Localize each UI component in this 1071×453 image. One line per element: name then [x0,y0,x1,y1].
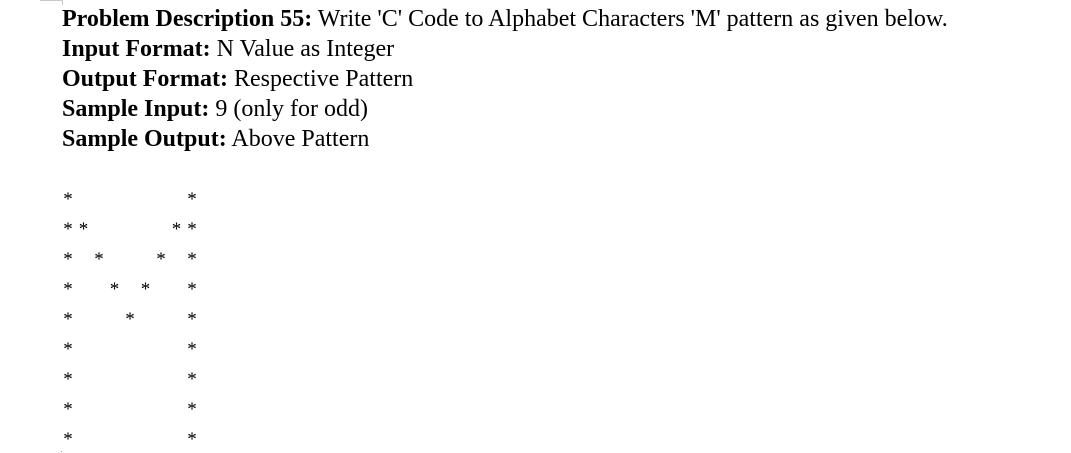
pattern-star: * [187,339,197,360]
pattern-star: * [63,219,73,240]
pattern-star: * [187,369,197,390]
pattern-star: * [156,249,166,270]
pattern-star: * [94,249,104,270]
pattern-star: * [187,219,197,240]
pattern-star: * [63,279,73,300]
pattern-star: * [63,399,73,420]
pattern-star: * [63,249,73,270]
pattern-star: * [63,309,73,330]
pattern-star: * [187,429,197,450]
pattern-star: * [187,249,197,270]
pattern-star: * [171,219,182,240]
document-page: { "problem": { "description_label": "Pro… [0,0,1071,453]
pattern-star: * [63,189,73,210]
m-star-pattern: * * * * * * * * * * * * * * * * * * * * * * * * * [0,0,1071,453]
pattern-star: * [140,279,151,300]
pattern-star: * [187,189,197,210]
pattern-star: * [63,339,73,360]
pattern-star: * [63,429,73,450]
pattern-star: * [187,309,197,330]
pattern-star: * [63,369,73,390]
pattern-star: * [187,279,197,300]
pattern-star: * [78,219,89,240]
pattern-star: * [109,279,120,300]
page-dot-mark [61,451,62,452]
pattern-star: * [187,399,197,420]
pattern-star: * [125,309,135,330]
